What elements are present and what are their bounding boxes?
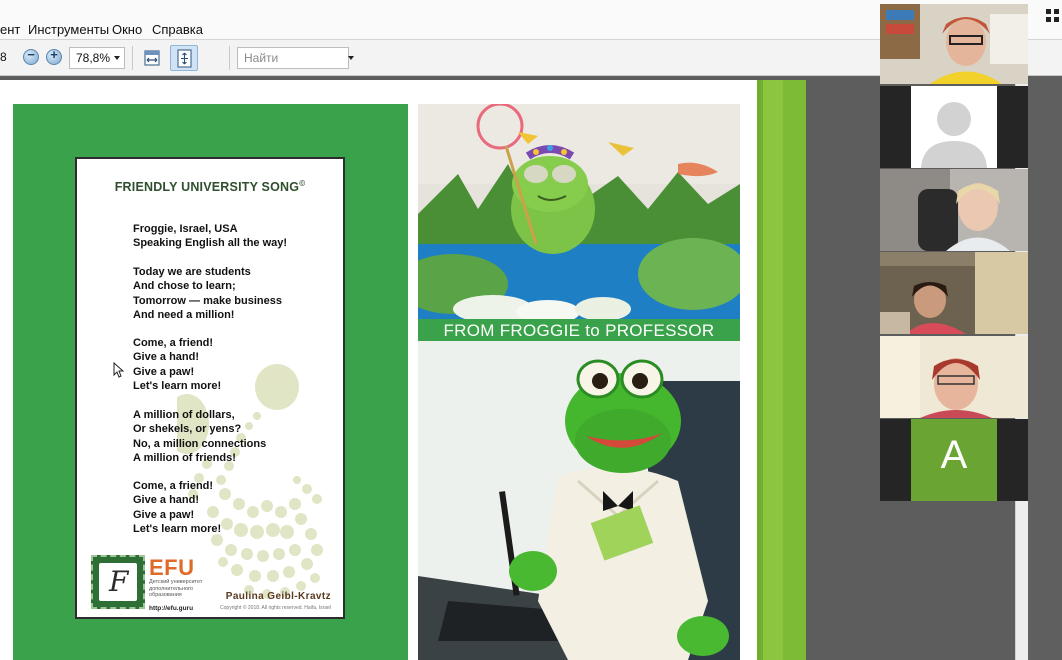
zoom-out-button[interactable]: − (23, 47, 39, 65)
verse-line: Or shekels, or yens? (133, 423, 242, 436)
verse-line: Come, a friend! (133, 337, 214, 349)
verse-line: Froggie, Israel, USA (133, 223, 238, 235)
video-tile-host[interactable] (880, 4, 1028, 84)
verse-line: Give a paw! (133, 365, 195, 378)
copyright-mark: © (299, 179, 306, 188)
verse-line: A million of dollars, (133, 409, 235, 421)
logo-letter: F (109, 565, 129, 598)
verse-line: A million of friends! (133, 451, 236, 464)
caption-bar: FROM FROGGIE to PROFESSOR (418, 319, 740, 341)
menu-item-window[interactable]: Окно (112, 22, 142, 37)
slide-right-strip (757, 80, 806, 660)
menu-item-help[interactable]: Справка (152, 22, 203, 37)
document-area[interactable]: FRIENDLY UNIVERSITY SONG© Froggie, Israe… (0, 77, 1015, 660)
verse-line: Give a hand! (133, 494, 200, 507)
efu-url: http://efu.guru (149, 605, 194, 612)
verse-line: No, a million connections (133, 437, 267, 450)
verse-line: Let's learn more! (133, 522, 222, 535)
video-tile-participant-4[interactable] (880, 252, 1028, 334)
menu-item-tools[interactable]: Инструменты (28, 22, 109, 37)
fit-width-icon (144, 50, 160, 66)
participant-4-video (880, 252, 1028, 334)
efu-logo: F (91, 555, 145, 609)
fit-width-button[interactable] (138, 45, 166, 71)
verse-line: Let's learn more! (133, 379, 222, 392)
pdf-viewer-window: { "menu": ["ент", "Инструменты", "Окно",… (0, 0, 1062, 660)
professor-frog-image (418, 341, 740, 660)
toolbar-divider (132, 46, 133, 70)
fit-page-button[interactable] (170, 45, 198, 71)
menu-item-document[interactable]: ент (0, 22, 20, 37)
find-input[interactable]: Найти (237, 47, 349, 69)
zoom-in-button[interactable]: + (46, 47, 62, 65)
verse-line: And need a million! (133, 308, 235, 321)
find-dropdown-icon[interactable] (348, 56, 354, 60)
participant-5-video (880, 336, 1028, 418)
poster-author: Paulina Geibl-Kravtz (225, 591, 331, 602)
frog-pond-image (418, 104, 740, 319)
minus-icon: − (27, 47, 35, 62)
stanza-1: Froggie, Israel, USA Speaking English al… (133, 222, 287, 251)
efu-subtitle: Детский университет дополнительного обра… (149, 579, 203, 598)
verse-line: Come, a friend! (133, 480, 214, 492)
participant-initial-avatar: A (911, 419, 997, 501)
participant-3-video (880, 169, 1028, 251)
video-tile-participant-a[interactable]: A (880, 419, 1028, 501)
plus-icon: + (50, 47, 58, 62)
page-number-fragment: 8 (0, 50, 7, 64)
video-tile-participant-3[interactable] (880, 169, 1028, 251)
verse-line: Tomorrow — make business (133, 294, 282, 307)
fit-page-icon (177, 49, 192, 68)
zoom-dropdown-icon[interactable] (114, 56, 120, 60)
user-silhouette-icon (921, 102, 987, 168)
participant-initial: A (940, 433, 968, 477)
verse-line: Give a hand! (133, 351, 200, 364)
gallery-view-icon[interactable] (1046, 9, 1060, 23)
verse-line: Speaking English all the way! (133, 237, 288, 250)
slide-caption: FROM FROGGIE to PROFESSOR (443, 321, 715, 340)
photo-professor-frog (418, 341, 740, 660)
photo-frog-pond (418, 104, 740, 319)
song-poster: FRIENDLY UNIVERSITY SONG© Froggie, Israe… (75, 157, 345, 619)
stanza-3: Come, a friend! Give a hand! Give a paw!… (133, 336, 221, 393)
poster-copyright: Copyright © 2018. All rights reserved. H… (220, 605, 331, 611)
placeholder-avatar (911, 86, 997, 168)
verse-line: Today we are students (133, 266, 251, 278)
efu-wordmark: EFU (149, 555, 195, 580)
stanza-2: Today we are students And chose to learn… (133, 265, 282, 322)
mouse-cursor-icon (113, 362, 125, 378)
verse-line: And chose to learn; (133, 280, 236, 293)
verse-line: Give a paw! (133, 508, 195, 521)
stanza-4: A million of dollars, Or shekels, or yen… (133, 408, 266, 465)
video-tile-no-video[interactable] (880, 86, 1028, 168)
host-video (880, 4, 1028, 84)
video-tile-participant-5[interactable] (880, 336, 1028, 418)
poster-title: FRIENDLY UNIVERSITY SONG© (114, 179, 306, 195)
toolbar-divider (229, 46, 230, 70)
green-strip-graphic (757, 80, 806, 660)
stanza-5: Come, a friend! Give a hand! Give a paw!… (133, 479, 221, 536)
